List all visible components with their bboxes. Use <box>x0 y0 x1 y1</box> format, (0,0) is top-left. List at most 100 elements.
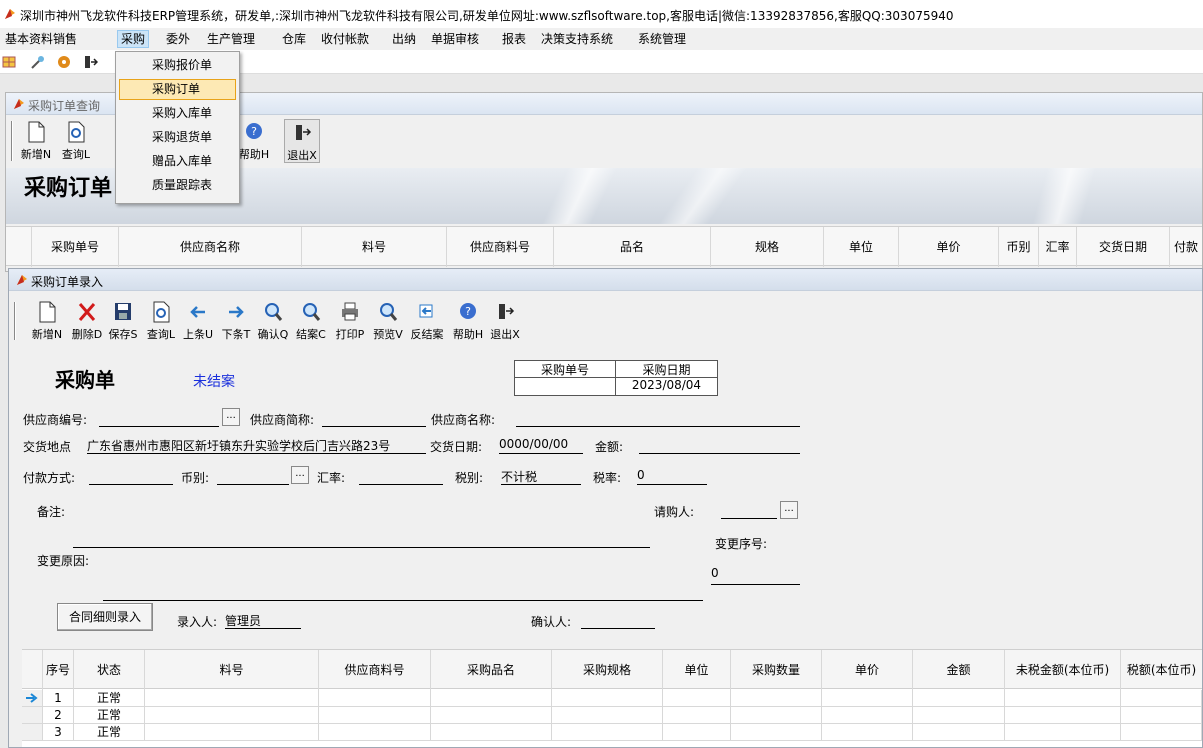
delivery-place-input[interactable]: 广东省惠州市惠阳区新圩镇东升实验学校后门吉兴路23号 <box>87 437 426 454</box>
query-col-unit[interactable]: 单位 <box>824 227 899 267</box>
query-col-product-name[interactable]: 品名 <box>554 227 711 267</box>
cell-amount[interactable] <box>913 707 1005 724</box>
col-spec[interactable]: 采购规格 <box>552 650 663 690</box>
menu-item-purchase-order[interactable]: 采购订单 <box>119 79 236 100</box>
cell-product-name[interactable] <box>431 724 552 741</box>
supplier-name-input[interactable] <box>516 410 800 427</box>
cell-status[interactable]: 正常 <box>74 707 145 724</box>
requester-picker-button[interactable]: ... <box>780 501 798 519</box>
tax-rate-input[interactable]: 0 <box>637 468 707 485</box>
cell-amount[interactable] <box>913 690 1005 707</box>
menu-item-quality-tracking[interactable]: 质量跟踪表 <box>119 175 236 196</box>
col-product-name[interactable]: 采购品名 <box>431 650 552 690</box>
order-no-value[interactable] <box>515 378 616 395</box>
menu-outsource[interactable]: 委外 <box>163 31 193 49</box>
supplier-short-input[interactable] <box>322 410 426 427</box>
cell-seq[interactable]: 3 <box>43 724 74 741</box>
menu-item-purchase-receipt[interactable]: 采购入库单 <box>119 103 236 124</box>
cell-unit[interactable] <box>663 724 731 741</box>
query-col-order-no[interactable]: 采购单号 <box>32 227 119 267</box>
query-new-button[interactable]: 新增N <box>18 119 54 163</box>
entry-exit-button[interactable]: 退出X <box>487 299 523 343</box>
cell-quantity[interactable] <box>731 724 822 741</box>
query-exit-button[interactable]: 退出X <box>284 119 320 163</box>
entry-reopen-button[interactable]: 反结案 <box>409 299 445 343</box>
cell-tax-amount[interactable] <box>1121 690 1202 707</box>
tax-type-input[interactable]: 不计税 <box>501 468 581 485</box>
query-col-rate[interactable]: 汇率 <box>1039 227 1077 267</box>
cell-unit[interactable] <box>663 690 731 707</box>
requester-input[interactable] <box>721 502 777 519</box>
menu-decision[interactable]: 决策支持系统 <box>538 31 616 49</box>
cell-product-name[interactable] <box>431 707 552 724</box>
entry-preview-button[interactable]: 预览V <box>370 299 406 343</box>
col-supplier-part-no[interactable]: 供应商料号 <box>319 650 431 690</box>
cell-untaxed-amount[interactable] <box>1005 690 1121 707</box>
col-seq[interactable]: 序号 <box>43 650 74 690</box>
cell-unit-price[interactable] <box>822 724 913 741</box>
currency-picker-button[interactable]: ... <box>291 466 309 484</box>
col-unit-price[interactable]: 单价 <box>822 650 913 690</box>
cell-quantity[interactable] <box>731 707 822 724</box>
rate-input[interactable] <box>359 468 443 485</box>
table-row[interactable]: 2 正常 <box>22 707 1202 724</box>
menu-audit[interactable]: 单据审核 <box>428 31 482 49</box>
entry-save-button[interactable]: 保存S <box>105 299 141 343</box>
delivery-date-input[interactable]: 0000/00/00 <box>499 437 583 454</box>
cell-part-no[interactable] <box>145 690 319 707</box>
cell-status[interactable]: 正常 <box>74 724 145 741</box>
query-help-button[interactable]: ? 帮助H <box>236 119 272 163</box>
cell-spec[interactable] <box>552 690 663 707</box>
menu-basic[interactable]: 基本资料 <box>2 31 56 49</box>
table-row[interactable]: 1 正常 <box>22 690 1202 707</box>
query-search-button[interactable]: 查询L <box>58 119 94 163</box>
cell-supplier-part-no[interactable] <box>319 690 431 707</box>
query-col-payment[interactable]: 付款 <box>1170 227 1202 267</box>
col-tax-amount[interactable]: 税额(本位币) <box>1121 650 1202 690</box>
cell-seq[interactable]: 2 <box>43 707 74 724</box>
payment-input[interactable] <box>89 468 173 485</box>
entry-confirm-button[interactable]: 确认Q <box>255 299 291 343</box>
entry-close-case-button[interactable]: 结案C <box>293 299 329 343</box>
gear-icon[interactable] <box>56 54 72 70</box>
row-indicator[interactable] <box>22 724 43 741</box>
row-indicator[interactable] <box>22 707 43 724</box>
menu-item-purchase-return[interactable]: 采购退货单 <box>119 127 236 148</box>
cell-supplier-part-no[interactable] <box>319 724 431 741</box>
entry-prev-button[interactable]: 上条U <box>180 299 216 343</box>
menu-cashier[interactable]: 出纳 <box>389 31 419 49</box>
supplier-code-input[interactable] <box>99 410 219 427</box>
query-col-currency[interactable]: 币别 <box>999 227 1039 267</box>
cell-part-no[interactable] <box>145 724 319 741</box>
entry-new-button[interactable]: 新增N <box>29 299 65 343</box>
cell-unit-price[interactable] <box>822 690 913 707</box>
supplier-code-picker-button[interactable]: ... <box>222 408 240 426</box>
query-col-spec[interactable]: 规格 <box>711 227 824 267</box>
currency-input[interactable] <box>217 468 289 485</box>
table-row[interactable]: 3 正常 <box>22 724 1202 741</box>
contract-details-button[interactable]: 合同细则录入 <box>57 603 153 631</box>
note-input[interactable] <box>73 528 650 548</box>
cell-product-name[interactable] <box>431 690 552 707</box>
query-col-supplier-part-no[interactable]: 供应商料号 <box>447 227 554 267</box>
cell-amount[interactable] <box>913 724 1005 741</box>
cell-spec[interactable] <box>552 724 663 741</box>
menu-item-gift-receipt[interactable]: 赠品入库单 <box>119 151 236 172</box>
menu-sales[interactable]: 销售 <box>50 31 80 49</box>
cell-seq[interactable]: 1 <box>43 690 74 707</box>
menu-reports[interactable]: 报表 <box>499 31 529 49</box>
cell-quantity[interactable] <box>731 690 822 707</box>
query-col-part-no[interactable]: 料号 <box>302 227 447 267</box>
grid-icon[interactable] <box>2 54 18 70</box>
row-indicator[interactable] <box>22 690 43 707</box>
cell-status[interactable]: 正常 <box>74 690 145 707</box>
query-col-supplier-name[interactable]: 供应商名称 <box>119 227 302 267</box>
query-col-delivery-date[interactable]: 交货日期 <box>1077 227 1170 267</box>
menu-warehouse[interactable]: 仓库 <box>279 31 309 49</box>
menu-receivables[interactable]: 收付帐款 <box>318 31 372 49</box>
tools-icon[interactable] <box>30 54 46 70</box>
cell-tax-amount[interactable] <box>1121 707 1202 724</box>
col-quantity[interactable]: 采购数量 <box>731 650 822 690</box>
menu-system[interactable]: 系统管理 <box>635 31 689 49</box>
cell-spec[interactable] <box>552 707 663 724</box>
